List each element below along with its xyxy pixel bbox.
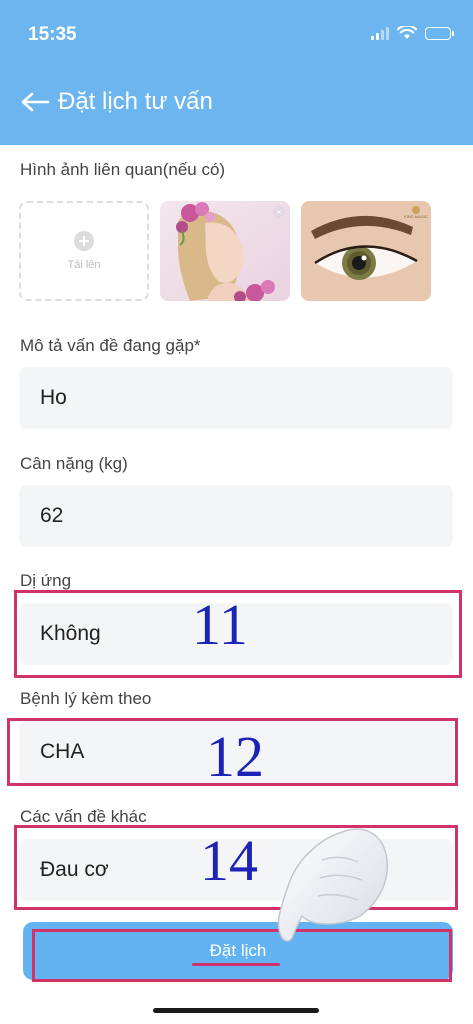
status-icons: [371, 26, 454, 40]
battery-icon: [425, 26, 454, 40]
signal-icon: [371, 26, 389, 40]
page-title: Đặt lịch tư vấn: [58, 88, 213, 115]
status-bar: 15:35: [0, 0, 473, 66]
remove-image-icon[interactable]: ×: [273, 206, 285, 218]
nav-bar: Đặt lịch tư vấn: [20, 88, 213, 116]
plus-circle-icon: [74, 231, 94, 251]
app-header: 15:35 Đặt lịch tư vấn: [0, 0, 473, 145]
home-indicator: [153, 1008, 319, 1013]
annotation-number: 14: [200, 828, 258, 893]
annotation-underline: [192, 963, 280, 966]
upload-button[interactable]: Tải lên: [19, 201, 149, 301]
field-label-other-issues: Các vấn đề khác: [20, 807, 147, 826]
description-input[interactable]: Ho: [19, 367, 453, 429]
back-arrow-icon[interactable]: [20, 91, 50, 113]
wifi-icon: [397, 26, 417, 39]
watermark-text: KING MAGIC: [404, 214, 429, 219]
pointing-hand-icon: [277, 828, 389, 942]
thumbnail-image[interactable]: ×: [160, 201, 290, 301]
field-label-description: Mô tả vấn đề đang gặp*: [20, 336, 201, 355]
field-label-weight: Cân nặng (kg): [20, 454, 128, 473]
status-time: 15:35: [28, 24, 77, 45]
weight-input[interactable]: 62: [19, 485, 453, 547]
annotation-number: 11: [192, 592, 248, 657]
images-label: Hình ảnh liên quan(nếu có): [20, 160, 226, 179]
field-label-allergy: Dị ứng: [20, 571, 72, 590]
upload-label: Tải lên: [67, 259, 101, 271]
woman-portrait-image: [160, 201, 290, 301]
annotation-number: 12: [206, 724, 264, 789]
field-label-conditions: Bệnh lý kèm theo: [20, 689, 152, 708]
